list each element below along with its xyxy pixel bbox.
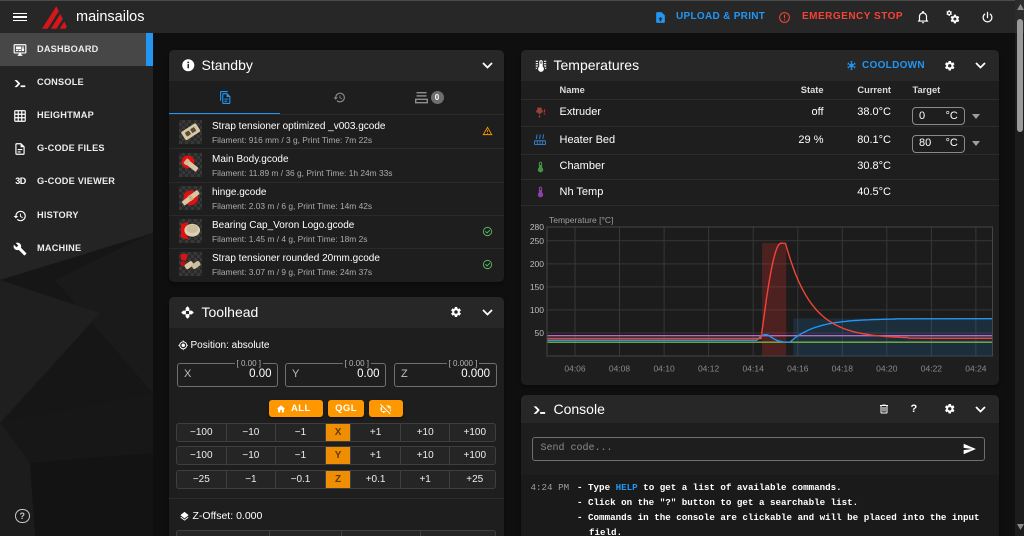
svg-text:04:22: 04:22 <box>920 364 942 374</box>
svg-text:280: 280 <box>529 222 543 232</box>
svg-text:200: 200 <box>529 259 543 269</box>
svg-text:04:18: 04:18 <box>831 364 853 374</box>
svg-text:04:06: 04:06 <box>564 364 586 374</box>
svg-text:150: 150 <box>529 282 543 292</box>
svg-text:04:10: 04:10 <box>653 364 675 374</box>
svg-text:04:24: 04:24 <box>965 364 987 374</box>
svg-text:04:20: 04:20 <box>876 364 898 374</box>
svg-text:04:14: 04:14 <box>742 364 764 374</box>
svg-text:50: 50 <box>534 328 544 338</box>
svg-text:04:12: 04:12 <box>697 364 719 374</box>
svg-text:Temperature [°C]: Temperature [°C] <box>549 215 613 225</box>
svg-text:04:16: 04:16 <box>787 364 809 374</box>
svg-text:250: 250 <box>529 236 543 246</box>
svg-text:04:08: 04:08 <box>608 364 630 374</box>
svg-text:100: 100 <box>529 305 543 315</box>
